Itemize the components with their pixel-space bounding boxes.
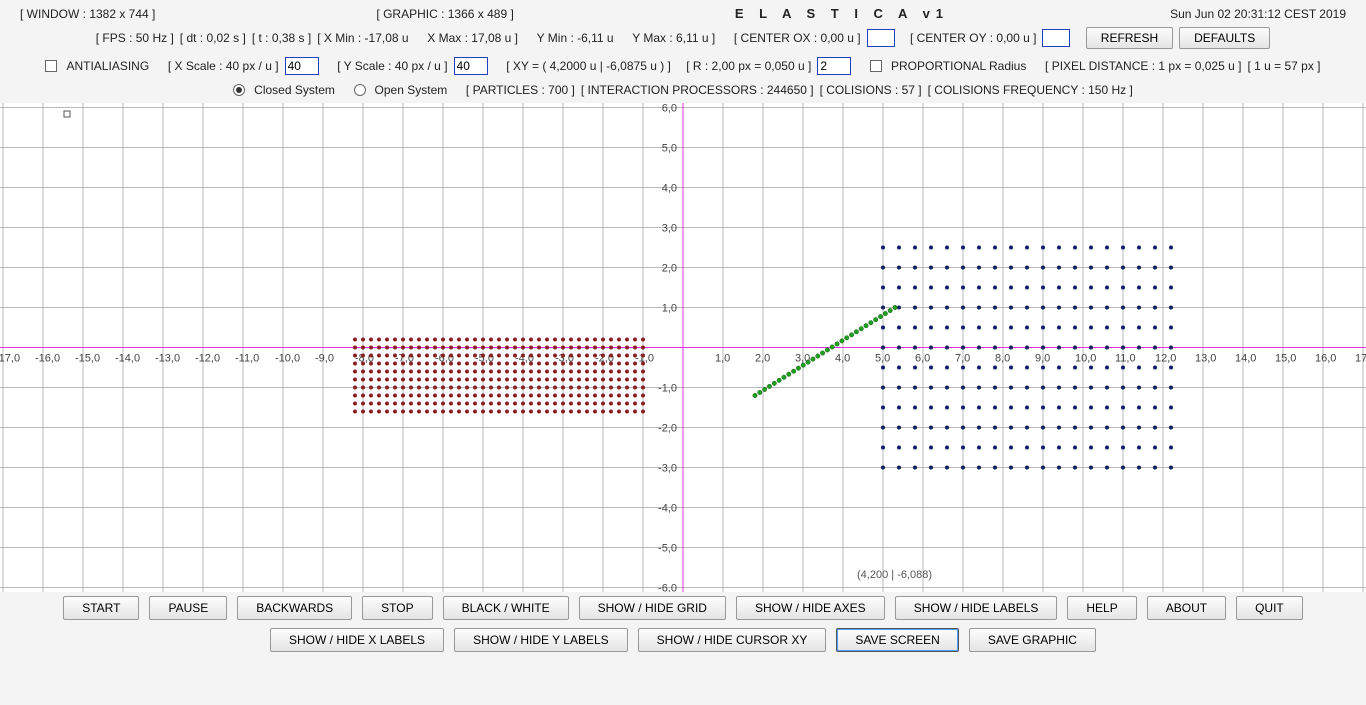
help-button[interactable]: HELP xyxy=(1067,596,1136,620)
open-system-label: Open System xyxy=(375,83,448,97)
svg-text:-9,0: -9,0 xyxy=(315,353,334,365)
save-graphic-button[interactable]: SAVE GRAPHIC xyxy=(969,628,1096,652)
xscale-label: [ X Scale : 40 px / u ] xyxy=(168,59,279,73)
svg-text:-5,0: -5,0 xyxy=(658,543,677,555)
svg-text:13,0: 13,0 xyxy=(1195,353,1216,365)
xmin-label: [ X Min : -17,08 u xyxy=(317,31,408,45)
fps-label: [ FPS : 50 Hz ] xyxy=(96,31,174,45)
pixel-distance-label: [ PIXEL DISTANCE : 1 px = 0,025 u ] xyxy=(1045,59,1241,73)
svg-text:9,0: 9,0 xyxy=(1035,353,1050,365)
proportional-radius-checkbox[interactable] xyxy=(870,60,882,72)
ymin-label: Y Min : -6,11 u xyxy=(537,31,614,45)
closed-system-radio[interactable] xyxy=(233,84,245,96)
centeroy-label: [ CENTER OY : 0,00 u ] xyxy=(910,31,1037,45)
yscale-input[interactable] xyxy=(454,57,488,75)
svg-text:-2,0: -2,0 xyxy=(658,423,677,435)
xmax-label: X Max : 17,08 u ] xyxy=(427,31,518,45)
svg-text:-1,0: -1,0 xyxy=(658,383,677,395)
centerox-label: [ CENTER OX : 0,00 u ] xyxy=(734,31,861,45)
svg-text:4,0: 4,0 xyxy=(835,353,850,365)
centerox-input[interactable] xyxy=(867,29,895,47)
svg-text:(4,200 | -6,088): (4,200 | -6,088) xyxy=(857,569,932,581)
show-hide-axes-button[interactable]: SHOW / HIDE AXES xyxy=(736,596,885,620)
unit-label: [ 1 u = 57 px ] xyxy=(1247,59,1320,73)
dt-label: [ dt : 0,02 s ] xyxy=(180,31,246,45)
defaults-button[interactable]: DEFAULTS xyxy=(1179,27,1270,49)
simulation-canvas[interactable]: -17,0 -16,0 -15,0 -14,0 -13,0 -12,0 -11,0 -10,0… xyxy=(0,103,1366,592)
svg-text:10,0: 10,0 xyxy=(1075,353,1096,365)
about-button[interactable]: ABOUT xyxy=(1147,596,1226,620)
svg-text:1,0: 1,0 xyxy=(715,353,730,365)
quit-button[interactable]: QUIT xyxy=(1236,596,1303,620)
svg-text:7,0: 7,0 xyxy=(955,353,970,365)
svg-text:12,0: 12,0 xyxy=(1155,353,1176,365)
graphic-size-label: [ GRAPHIC : 1366 x 489 ] xyxy=(376,7,513,21)
svg-text:17,0: 17,0 xyxy=(1355,353,1366,365)
svg-text:2,0: 2,0 xyxy=(662,263,677,275)
refresh-button[interactable]: REFRESH xyxy=(1086,27,1173,49)
collisions-label: [ COLISIONS : 57 ] xyxy=(820,83,922,97)
svg-text:-4,0: -4,0 xyxy=(658,503,677,515)
xy-cursor-label: [ XY = ( 4,2000 u | -6,0875 u ) ] xyxy=(506,59,671,73)
svg-text:-10,0: -10,0 xyxy=(275,353,300,365)
pause-button[interactable]: PAUSE xyxy=(149,596,227,620)
centeroy-input[interactable] xyxy=(1042,29,1070,47)
show-hide-cursor-xy-button[interactable]: SHOW / HIDE CURSOR XY xyxy=(638,628,827,652)
backwards-button[interactable]: BACKWARDS xyxy=(237,596,352,620)
svg-text:2,0: 2,0 xyxy=(755,353,770,365)
svg-text:-6,0: -6,0 xyxy=(658,583,677,593)
svg-text:-11,0: -11,0 xyxy=(235,353,259,365)
svg-text:16,0: 16,0 xyxy=(1315,353,1336,365)
processors-label: [ INTERACTION PROCESSORS : 244650 ] xyxy=(581,83,814,97)
svg-text:11,0: 11,0 xyxy=(1115,353,1136,365)
antialiasing-checkbox[interactable] xyxy=(45,60,57,72)
show-hide-x-labels-button[interactable]: SHOW / HIDE X LABELS xyxy=(270,628,444,652)
svg-text:-13,0: -13,0 xyxy=(155,353,180,365)
svg-text:15,0: 15,0 xyxy=(1275,353,1296,365)
closed-system-label: Closed System xyxy=(254,83,335,97)
svg-text:8,0: 8,0 xyxy=(995,353,1010,365)
svg-text:1,0: 1,0 xyxy=(662,303,677,315)
svg-text:-12,0: -12,0 xyxy=(195,353,220,365)
black-white-button[interactable]: BLACK / WHITE xyxy=(443,596,569,620)
svg-text:3,0: 3,0 xyxy=(662,223,677,235)
svg-text:-3,0: -3,0 xyxy=(658,463,677,475)
svg-text:14,0: 14,0 xyxy=(1235,353,1256,365)
window-size-label: [ WINDOW : 1382 x 744 ] xyxy=(20,7,155,21)
ymax-label: Y Max : 6,11 u ] xyxy=(632,31,715,45)
svg-text:-15,0: -15,0 xyxy=(75,353,100,365)
svg-text:6,0: 6,0 xyxy=(915,353,930,365)
svg-text:4,0: 4,0 xyxy=(662,183,677,195)
svg-text:-14,0: -14,0 xyxy=(115,353,140,365)
svg-text:5,0: 5,0 xyxy=(875,353,890,365)
date-label: Sun Jun 02 20:31:12 CEST 2019 xyxy=(1170,7,1346,21)
yscale-label: [ Y Scale : 40 px / u ] xyxy=(337,59,447,73)
particles-label: [ PARTICLES : 700 ] xyxy=(466,83,575,97)
show-hide-grid-button[interactable]: SHOW / HIDE GRID xyxy=(579,596,726,620)
start-button[interactable]: START xyxy=(63,596,139,620)
open-system-radio[interactable] xyxy=(354,84,366,96)
antialiasing-label: ANTIALIASING xyxy=(66,59,149,73)
svg-text:5,0: 5,0 xyxy=(662,143,677,155)
stop-button[interactable]: STOP xyxy=(362,596,432,620)
collisions-frequency-label: [ COLISIONS FREQUENCY : 150 Hz ] xyxy=(928,83,1133,97)
show-hide-y-labels-button[interactable]: SHOW / HIDE Y LABELS xyxy=(454,628,628,652)
show-hide-labels-button[interactable]: SHOW / HIDE LABELS xyxy=(895,596,1058,620)
xscale-input[interactable] xyxy=(285,57,319,75)
radius-input[interactable] xyxy=(817,57,851,75)
svg-text:-16,0: -16,0 xyxy=(35,353,60,365)
svg-text:-17,0: -17,0 xyxy=(0,353,20,365)
app-title: E L A S T I C A v1 xyxy=(735,6,949,21)
t-label: [ t : 0,38 s ] xyxy=(252,31,311,45)
proportional-radius-label: PROPORTIONAL Radius xyxy=(891,59,1026,73)
svg-text:6,0: 6,0 xyxy=(662,103,677,115)
radius-label: [ R : 2,00 px = 0,050 u ] xyxy=(686,59,811,73)
save-screen-button[interactable]: SAVE SCREEN xyxy=(836,628,958,652)
